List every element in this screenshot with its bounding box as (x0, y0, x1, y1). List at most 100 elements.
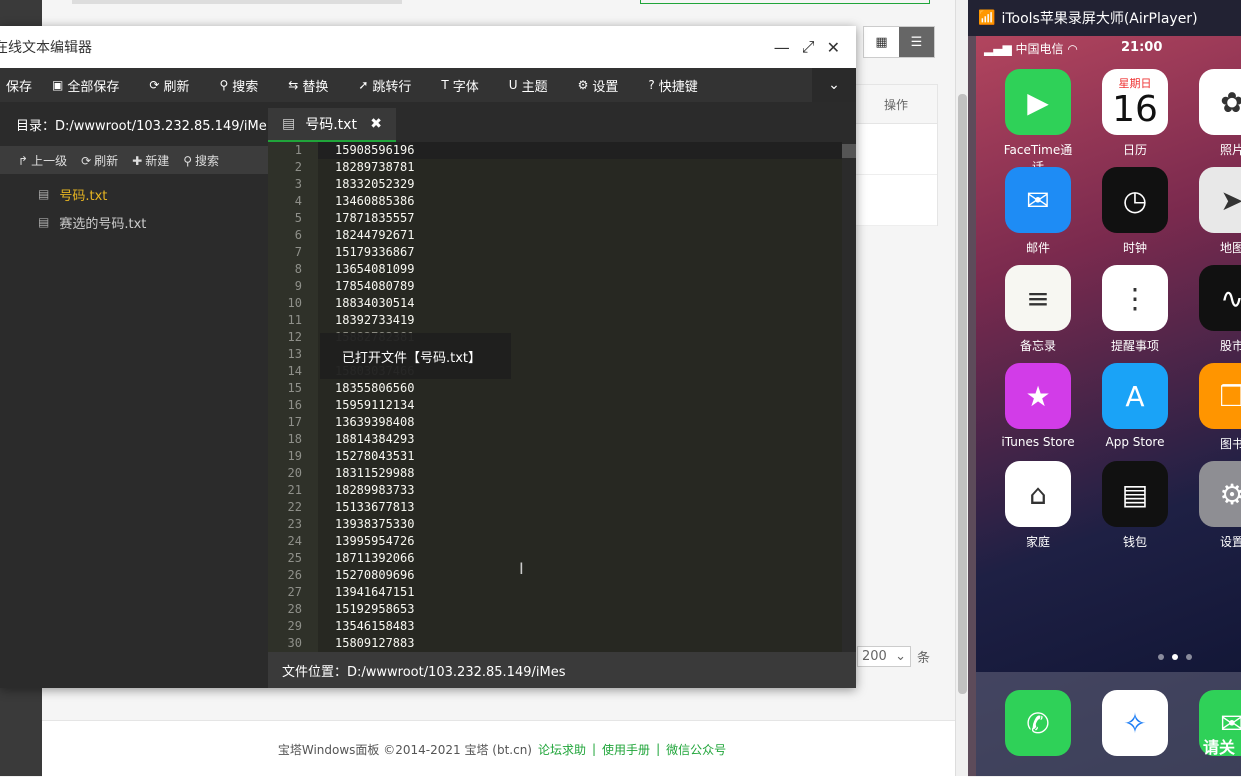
file-icon: ▤ (282, 116, 296, 132)
app-icon-3[interactable]: ✿ 照片 (1192, 69, 1241, 158)
green-search-box[interactable] (640, 0, 930, 4)
grid-view-icon[interactable]: ▦ (864, 27, 899, 57)
code-line[interactable]: 29 13546158483 (268, 618, 842, 635)
app-icon-2[interactable]: 星期日 16 日历 (1095, 69, 1175, 158)
code-line[interactable]: 4 13460885386 (268, 193, 842, 210)
code-line[interactable]: 16 15959112134 (268, 397, 842, 414)
chevron-down-icon[interactable]: ⌄ (812, 68, 856, 102)
settings-button[interactable]: ⚙ 设置 (562, 68, 633, 102)
save-button[interactable]: 保存 (0, 68, 46, 102)
dock-app-1[interactable]: ✆ (998, 690, 1078, 762)
line-text: 18289738781 (335, 160, 415, 174)
app-icon-4[interactable]: ✉ 邮件 (998, 167, 1078, 256)
code-line[interactable]: 10 18834030514 (268, 295, 842, 312)
app-glyph-icon: A (1102, 363, 1168, 429)
file-item-numbers[interactable]: ▤ 号码.txt (0, 180, 268, 208)
code-line[interactable]: 23 13938375330 (268, 516, 842, 533)
page-scrollbar[interactable] (955, 0, 969, 776)
code-line[interactable]: 2 18289738781 (268, 159, 842, 176)
app-icon-15[interactable]: ⚙ 设置 (1192, 461, 1241, 550)
save-all-button[interactable]: ▣ 全部保存 (46, 68, 133, 102)
top-input[interactable] (72, 0, 402, 4)
wechat-link[interactable]: 微信公众号 (666, 741, 726, 758)
code-line[interactable]: 20 18311529988 (268, 465, 842, 482)
file-name: 号码.txt (59, 188, 108, 204)
code-line[interactable]: 26 15270809696 (268, 567, 842, 584)
app-icon-14[interactable]: ▤ 钱包 (1095, 461, 1175, 550)
list-view-icon[interactable]: ☰ (899, 27, 934, 57)
app-icon-13[interactable]: ⌂ 家庭 (998, 461, 1078, 550)
code-line[interactable]: 30 15809127883 (268, 635, 842, 652)
code-line[interactable]: 24 13995954726 (268, 533, 842, 550)
code-line[interactable]: 17 13639398408 (268, 414, 842, 431)
file-location-status: 文件位置：D:/wwwroot/103.232.85.149/iMes (268, 652, 856, 688)
code-line[interactable]: 28 15192958653 (268, 601, 842, 618)
directory-path: 目录：D:/wwwroot/103.232.85.149/iMe... (16, 118, 268, 134)
code-line[interactable]: 22 15133677813 (268, 499, 842, 516)
app-icon-1[interactable]: ▶FaceTime通话 (998, 69, 1078, 175)
dock-app-2[interactable]: ✧ (1095, 690, 1175, 762)
theme-button[interactable]: U 主题 (493, 68, 562, 102)
sidebar-refresh-button[interactable]: ⟳ 刷新 (81, 152, 118, 169)
app-icon-6[interactable]: ➤ 地图 (1192, 167, 1241, 256)
jump-line-button[interactable]: ➚ 跳转行 (342, 68, 425, 102)
code-line[interactable]: 5 17871835557 (268, 210, 842, 227)
code-editor[interactable]: 1 15908596196 2 18289738781 3 18332052329 4 134… (268, 142, 842, 652)
font-button[interactable]: T 字体 (425, 68, 492, 102)
line-number: 5 (268, 210, 318, 227)
line-number: 21 (268, 482, 318, 499)
app-glyph-icon: ▤ (1102, 461, 1168, 527)
replace-button[interactable]: ⇆ 替换 (272, 68, 342, 102)
manual-link[interactable]: 使用手册 (602, 741, 650, 758)
forum-link[interactable]: 论坛求助 (538, 741, 586, 758)
code-line[interactable]: 7 15179336867 (268, 244, 842, 261)
file-table: 操作 (854, 84, 938, 226)
code-line[interactable]: 15 18355806560 (268, 380, 842, 397)
code-line[interactable]: 25 18711392066 (268, 550, 842, 567)
gear-icon: ⚙ (577, 78, 589, 92)
app-icon-12[interactable]: ❒ 图书 (1192, 363, 1241, 452)
minimize-icon[interactable]: — (774, 38, 790, 57)
code-line[interactable]: 27 13941647151 (268, 584, 842, 601)
dock-app-3[interactable]: ✉ 请关 (1192, 690, 1241, 762)
refresh-button[interactable]: ⟳ 刷新 (133, 68, 203, 102)
close-tab-icon[interactable]: ✖ (370, 116, 382, 132)
code-line[interactable]: 9 17854080789 (268, 278, 842, 295)
search-label: 搜索 (232, 79, 259, 95)
new-file-button[interactable]: ✚ 新建 (132, 152, 169, 169)
refresh-icon: ⟳ (81, 153, 92, 168)
maximize-icon[interactable]: ⤢ (802, 37, 815, 57)
close-icon[interactable]: ✕ (827, 38, 840, 57)
scrollbar-thumb[interactable] (842, 144, 856, 158)
app-icon-11[interactable]: A App Store (1095, 363, 1175, 449)
tab-numbers-txt[interactable]: ▤ 号码.txt ✖ (268, 108, 396, 142)
code-line[interactable]: 11 18392733419 (268, 312, 842, 329)
code-line[interactable]: 1 15908596196 (268, 142, 842, 159)
search-button[interactable]: ⚲ 搜索 (203, 68, 272, 102)
refresh-label: 刷新 (163, 79, 190, 95)
code-line[interactable]: 3 18332052329 (268, 176, 842, 193)
parent-dir-button[interactable]: ↱ 上一级 (18, 152, 67, 169)
sidebar-search-button[interactable]: ⚲ 搜索 (183, 152, 219, 169)
editor-title: 在线文本编辑器 (0, 40, 92, 56)
code-line[interactable]: 18 18814384293 (268, 431, 842, 448)
code-line[interactable]: 19 15278043531 (268, 448, 842, 465)
plus-icon: ✚ (132, 153, 143, 168)
scrollbar-thumb[interactable] (958, 94, 967, 694)
code-line[interactable]: 21 18289983733 (268, 482, 842, 499)
editor-scrollbar[interactable] (842, 142, 856, 652)
table-row[interactable] (855, 175, 937, 226)
shortcuts-button[interactable]: ? 快捷键 (632, 68, 711, 102)
line-number: 30 (268, 635, 318, 652)
table-row[interactable] (855, 124, 937, 175)
app-icon-10[interactable]: ★ iTunes Store (998, 363, 1078, 449)
copyright: 宝塔Windows面板 ©2014-2021 宝塔 (bt.cn) (277, 742, 532, 757)
app-icon-9[interactable]: ∿ 股市 (1192, 265, 1241, 354)
app-icon-5[interactable]: ◷ 时钟 (1095, 167, 1175, 256)
page-size-select[interactable]: 200 ⌄ (857, 646, 911, 667)
code-line[interactable]: 6 18244792671 (268, 227, 842, 244)
app-icon-8[interactable]: ⋮ 提醒事项 (1095, 265, 1175, 354)
file-item-filtered[interactable]: ▤ 赛选的号码.txt (0, 208, 268, 236)
app-icon-7[interactable]: ≡ 备忘录 (998, 265, 1078, 354)
code-line[interactable]: 8 13654081099 (268, 261, 842, 278)
